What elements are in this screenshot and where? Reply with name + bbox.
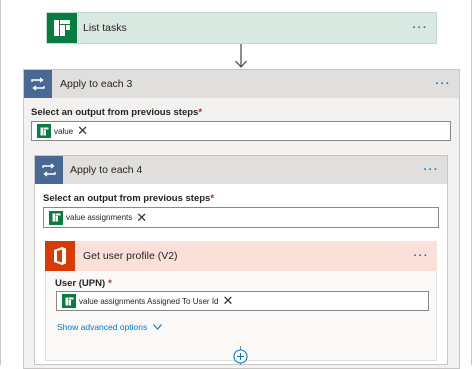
- value-token[interactable]: value ✕: [37, 124, 88, 138]
- apply-each-3-input[interactable]: value ✕: [31, 121, 451, 141]
- apply-each-3-title: Apply to each 3: [60, 78, 133, 90]
- loop-icon: [35, 156, 63, 184]
- canvas-left-edge: [0, 0, 1, 365]
- apply-each-4-more-button[interactable]: ···: [424, 165, 440, 176]
- required-mark: *: [108, 278, 112, 289]
- apply-each-4-title: Apply to each 4: [70, 164, 143, 176]
- upn-label-text: User (UPN): [55, 278, 106, 289]
- value-assignments-token-text: value assignments: [66, 213, 133, 222]
- apply-each-3-more-button[interactable]: ···: [436, 79, 452, 90]
- planner-icon: [37, 124, 51, 138]
- apply-each-3-field-label: Select an output from previous steps*: [31, 107, 202, 118]
- canvas-right-edge: [471, 0, 472, 365]
- remove-token-icon[interactable]: ✕: [222, 294, 233, 307]
- assigned-user-id-token-text: value assignments Assigned To User Id: [79, 296, 219, 306]
- show-advanced-options-text: Show advanced options: [57, 322, 148, 332]
- list-tasks-card[interactable]: List tasks ···: [46, 12, 437, 44]
- planner-icon: [49, 210, 63, 225]
- apply-each-3-label-text: Select an output from previous steps: [31, 107, 199, 118]
- required-mark: *: [198, 107, 203, 118]
- planner-icon: [47, 13, 77, 43]
- upn-input[interactable]: value assignments Assigned To User Id ✕: [56, 291, 429, 311]
- value-token-text: value: [54, 126, 74, 136]
- get-user-profile-header[interactable]: Get user profile (V2) ···: [45, 241, 437, 271]
- apply-each-4-label-text: Select an output from previous steps: [43, 193, 211, 204]
- loop-icon: [24, 70, 52, 98]
- assigned-user-id-token[interactable]: value assignments Assigned To User Id ✕: [62, 294, 233, 308]
- chevron-down-icon: [153, 324, 163, 330]
- get-user-profile-title: Get user profile (V2): [83, 250, 178, 262]
- add-step-icon[interactable]: [233, 349, 248, 364]
- planner-icon: [62, 294, 76, 308]
- get-user-profile-more-button[interactable]: ···: [414, 251, 430, 262]
- list-tasks-title: List tasks: [83, 22, 127, 34]
- apply-each-4-input[interactable]: value assignments ✕: [43, 207, 439, 228]
- upn-field-label: User (UPN) *: [55, 278, 112, 289]
- show-advanced-options-link[interactable]: Show advanced options: [57, 322, 163, 332]
- down-arrow-icon: [235, 44, 247, 68]
- office-icon: [45, 241, 75, 271]
- required-mark: *: [210, 193, 215, 204]
- list-tasks-more-button[interactable]: ···: [413, 23, 429, 34]
- apply-each-4-header[interactable]: Apply to each 4 ···: [35, 156, 447, 184]
- remove-token-icon[interactable]: ✕: [77, 124, 88, 137]
- apply-each-3-header[interactable]: Apply to each 3 ···: [24, 70, 459, 98]
- apply-each-4-field-label: Select an output from previous steps*: [43, 193, 214, 204]
- value-assignments-token[interactable]: value assignments ✕: [49, 210, 147, 225]
- remove-token-icon[interactable]: ✕: [136, 211, 147, 224]
